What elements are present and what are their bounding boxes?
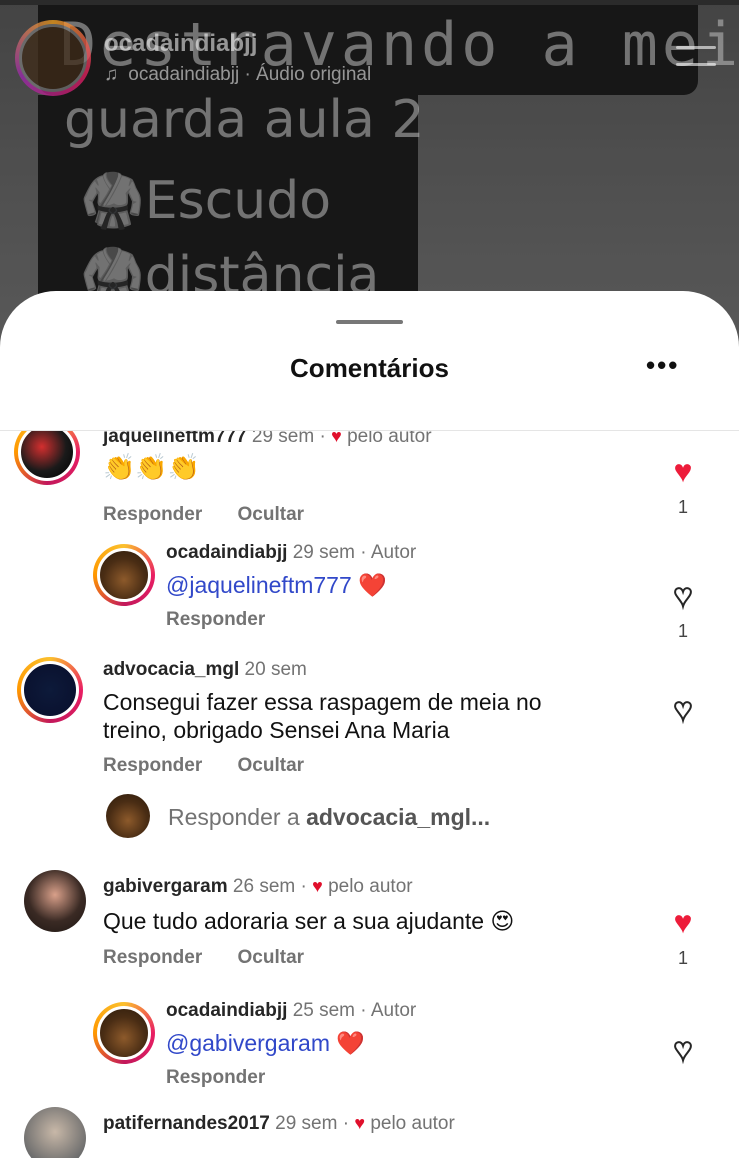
like-button[interactable]: ♥ 1	[666, 577, 700, 642]
reply-username[interactable]: ocadaindiabjj	[166, 1000, 287, 1021]
hide-button[interactable]: Ocultar	[238, 755, 305, 776]
reply-button[interactable]: Responder	[166, 609, 265, 630]
author-like-label: pelo autor	[370, 1113, 455, 1134]
heart-filled-icon: ♥	[673, 904, 693, 940]
reply-meta: ocadaindiabjj 25 sem · Autor	[166, 1000, 416, 1022]
comment-time: 29 sem ·	[251, 431, 326, 447]
comment-time: 26 sem ·	[232, 876, 307, 897]
like-button[interactable]: ♥	[666, 691, 700, 727]
comment-actions: Responder Ocultar	[103, 755, 334, 777]
reply-text: @jaquelineftm777 ❤️	[166, 572, 387, 598]
author-heart-icon: ♥	[354, 1113, 366, 1133]
heart-outline-icon: ♥	[673, 1031, 694, 1067]
avatar[interactable]	[93, 544, 155, 606]
comment-text: 👏👏👏	[103, 452, 201, 482]
reply-time-author: 29 sem · Autor	[292, 542, 417, 563]
comment-actions: Responder Ocultar	[103, 504, 334, 526]
comments-list[interactable]: jaquelineftm777 29 sem · ♥ pelo autor 👏👏…	[0, 431, 739, 1158]
reply-text: @gabivergaram ❤️	[166, 1030, 366, 1056]
reply-meta: ocadaindiabjj 29 sem · Autor	[166, 542, 416, 564]
drag-handle[interactable]	[336, 320, 403, 324]
avatar[interactable]	[17, 657, 83, 723]
comment-actions: Responder Ocultar	[103, 947, 334, 969]
like-button[interactable]: ♥ 1	[666, 455, 700, 518]
comment-meta: advocacia_mgl 20 sem	[103, 659, 307, 681]
hide-button[interactable]: Ocultar	[238, 947, 305, 968]
account-avatar[interactable]	[15, 20, 91, 96]
own-avatar	[106, 794, 150, 838]
heart-filled-icon: ♥	[673, 453, 693, 489]
sheet-title: Comentários	[290, 353, 449, 383]
comment-meta: jaquelineftm777 29 sem · ♥ pelo autor	[103, 431, 432, 448]
audio-label: ocadaindiabjj · Áudio original	[128, 64, 372, 85]
comment-username[interactable]: jaquelineftm777	[103, 431, 247, 447]
like-button[interactable]: ♥ 1	[666, 906, 700, 969]
account-name[interactable]: ocadaindiabjj	[104, 30, 257, 58]
comment-meta: patifernandes2017 29 sem · ♥ pelo autor	[103, 1113, 455, 1135]
author-like-label: pelo autor	[328, 876, 413, 897]
author-heart-icon: ♥	[331, 431, 342, 446]
reply-button[interactable]: Responder	[166, 1067, 265, 1088]
like-button[interactable]: ♥	[666, 1031, 700, 1067]
avatar[interactable]	[24, 870, 86, 932]
reply-actions: Responder	[166, 609, 295, 631]
mention-link[interactable]: @jaquelineftm777	[166, 572, 352, 598]
comment-text: Consegui fazer essa raspagem de meia no …	[103, 689, 542, 743]
reply-actions: Responder	[166, 1067, 295, 1089]
mention-link[interactable]: @gabivergaram	[166, 1030, 330, 1056]
audio-info[interactable]: ♫ ocadaindiabjj · Áudio original	[104, 64, 371, 86]
comment-username[interactable]: advocacia_mgl	[103, 659, 239, 680]
comment-time: 29 sem ·	[275, 1113, 350, 1134]
comment-text: Que tudo adoraria ser a sua ajudante 😍	[103, 908, 515, 934]
comment-meta: gabivergaram 26 sem · ♥ pelo autor	[103, 876, 413, 898]
author-like-label: pelo autor	[347, 431, 432, 447]
comments-sheet: Comentários ••• jaquelineftm777 29 sem ·…	[0, 291, 739, 1158]
comment-username[interactable]: gabivergaram	[103, 876, 228, 897]
like-count: 1	[677, 621, 688, 641]
more-options-icon[interactable]: •••	[646, 352, 682, 379]
avatar[interactable]	[93, 1002, 155, 1064]
reply-button[interactable]: Responder	[103, 947, 202, 968]
avatar[interactable]	[14, 431, 80, 485]
heart-outline-icon: ♥	[673, 577, 694, 613]
menu-icon[interactable]	[676, 46, 716, 68]
heart-outline-icon: ♥	[673, 691, 694, 727]
reply-input[interactable]: Responder a advocacia_mgl...	[106, 794, 726, 838]
comment-time: 20 sem	[244, 659, 307, 680]
avatar[interactable]	[24, 1107, 86, 1158]
hide-button[interactable]: Ocultar	[238, 504, 305, 525]
comment-username[interactable]: patifernandes2017	[103, 1113, 270, 1134]
reply-time-author: 25 sem · Autor	[292, 1000, 417, 1021]
like-count: 1	[677, 497, 688, 517]
reply-button[interactable]: Responder	[103, 755, 202, 776]
author-heart-icon: ♥	[312, 876, 323, 896]
reply-username[interactable]: ocadaindiabjj	[166, 542, 287, 563]
like-count: 1	[677, 948, 688, 968]
music-note-icon: ♫	[104, 64, 119, 85]
reply-placeholder: Responder a advocacia_mgl...	[168, 804, 491, 830]
reply-button[interactable]: Responder	[103, 504, 202, 525]
